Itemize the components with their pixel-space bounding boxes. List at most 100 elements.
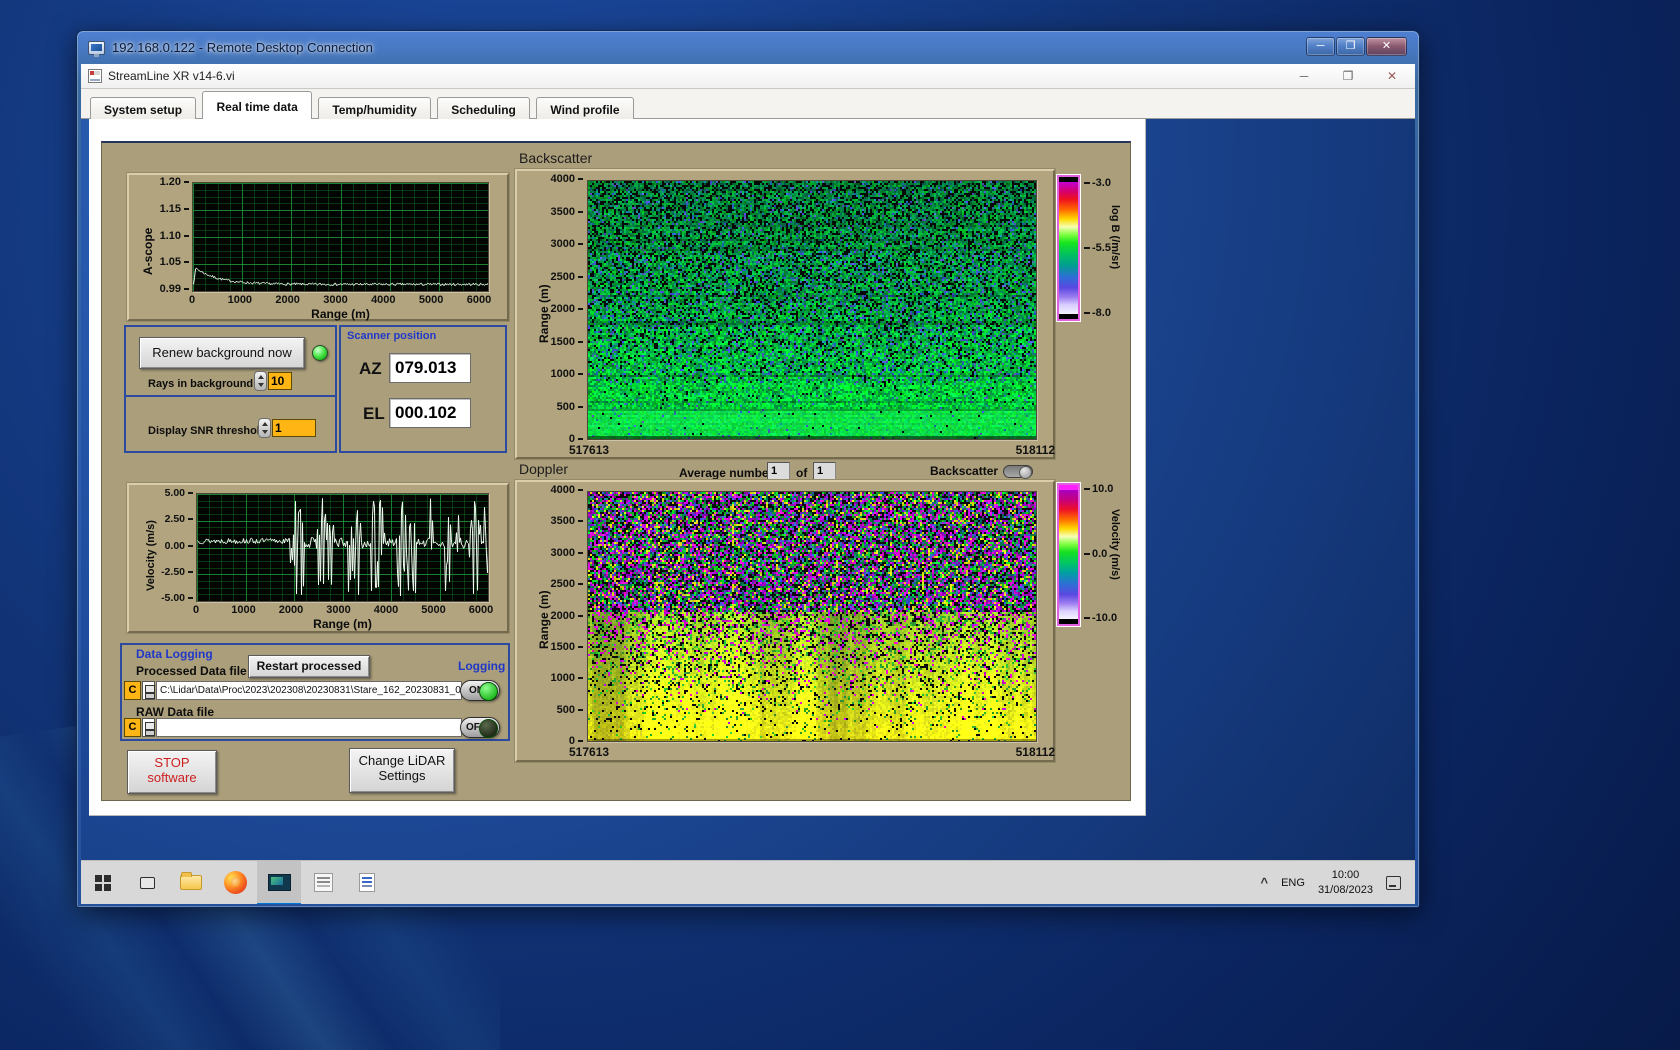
backscatter-colorbar-unit: log B (/m/sr) [1109, 205, 1121, 270]
tick-label: -5.5 [1084, 242, 1111, 254]
start-button[interactable] [81, 861, 125, 905]
document-app-button[interactable] [345, 861, 389, 905]
tick-label: 6000 [468, 604, 494, 616]
tick-label: 3000 [551, 238, 583, 250]
lidar-front-panel: A-scope 1.20 1.15 1.10 1.05 0.99 0 1000 2000 30… [101, 141, 1131, 801]
az-value-field[interactable]: 079.013 [389, 353, 471, 383]
tick-label: 500 [557, 401, 583, 413]
change-lidar-line2: Settings [378, 768, 426, 783]
clock[interactable]: 10:00 31/08/2023 [1318, 868, 1373, 898]
processed-path-row: C C:\Lidar\Data\Proc\2023\202308\2023083… [124, 681, 462, 700]
rays-in-background-field[interactable]: 10 [268, 372, 292, 390]
rdp-minimize-button[interactable]: ─ [1306, 37, 1335, 56]
firefox-icon [223, 871, 247, 894]
tick-label: 4000 [551, 173, 583, 185]
ascope-graph: A-scope 1.20 1.15 1.10 1.05 0.99 0 1000 2000 30… [127, 173, 509, 321]
remote-desktop-session: StreamLine XR v14-6.vi ─ ❐ ✕ System setu… [81, 64, 1415, 904]
labview-vi-icon [88, 69, 102, 83]
tick-label: 5000 [418, 294, 444, 306]
snr-threshold-field[interactable]: 1 [272, 419, 316, 437]
processed-path-field[interactable]: C:\Lidar\Data\Proc\2023\202308\20230831\… [156, 681, 462, 700]
snr-threshold-stepper[interactable] [258, 418, 271, 438]
language-indicator[interactable]: ENG [1281, 877, 1305, 889]
tick-label: 1500 [551, 336, 583, 348]
tick-label: -2.50 [161, 566, 193, 578]
processed-logging-toggle[interactable]: ON [460, 680, 500, 701]
backscatter-heatmap-canvas [588, 181, 1036, 439]
velocity-x-ticks: 0 1000 2000 3000 4000 5000 6000 [178, 604, 499, 616]
processed-browse-icon[interactable] [142, 681, 155, 700]
system-tray: ^ ENG 10:00 31/08/2023 [1261, 861, 1416, 904]
restart-processed-file-button[interactable]: Restart processed file [248, 655, 370, 694]
tick-label: -5.00 [161, 592, 193, 604]
windows-logo-icon [95, 874, 111, 891]
file-explorer-button[interactable] [169, 861, 213, 905]
raw-logging-toggle[interactable]: OFF [460, 717, 500, 738]
app-minimize-button[interactable]: ─ [1289, 67, 1319, 86]
tab-real-time-data[interactable]: Real time data [202, 91, 312, 119]
rdp-titlebar[interactable]: 192.168.0.122 - Remote Desktop Connectio… [77, 31, 1419, 64]
renew-background-button[interactable]: Renew background now [139, 337, 305, 369]
el-value-field[interactable]: 000.102 [389, 398, 471, 428]
tick-label: 6000 [466, 294, 492, 306]
app-close-button[interactable]: ✕ [1377, 67, 1407, 86]
tick-label: 3500 [551, 206, 583, 218]
velocity-plot-canvas [197, 494, 488, 601]
firefox-button[interactable] [213, 861, 257, 905]
velocity-x-axis-label: Range (m) [313, 617, 372, 631]
el-label: EL [363, 404, 385, 423]
rays-in-background-stepper[interactable] [254, 371, 267, 391]
stop-software-button[interactable]: STOP software [127, 750, 217, 794]
tick-label: 0.00 [165, 540, 193, 552]
tick-label: 3500 [551, 515, 583, 527]
task-view-icon [139, 876, 155, 889]
tick-label: 1.20 [160, 176, 189, 188]
doppler-graph: Range (m) 4000 3500 3000 2500 2000 1500 1000 50… [515, 480, 1055, 762]
doppler-colorbar-unit: Velocity (m/s) [1109, 509, 1121, 580]
raw-data-file-label: RAW Data file [136, 705, 215, 719]
change-lidar-settings-button[interactable]: Change LiDAR Settings [349, 748, 455, 793]
scan-scheduler-button[interactable] [301, 861, 345, 905]
tick-label: 1000 [551, 368, 583, 380]
tick-label: 2500 [551, 578, 583, 590]
ascope-x-axis-label: Range (m) [311, 307, 370, 321]
clock-date: 31/08/2023 [1317, 883, 1373, 896]
stop-software-line1: STOP [154, 755, 190, 770]
backscatter-display-toggle[interactable] [1003, 465, 1033, 479]
tick-label: 3000 [551, 547, 583, 559]
average-number-total-field[interactable]: 1 [813, 462, 836, 480]
average-number-field[interactable]: 1 [767, 462, 790, 480]
desktop: 192.168.0.122 - Remote Desktop Connectio… [0, 0, 1680, 1050]
tick-label: 4000 [373, 604, 399, 616]
tab-scheduling[interactable]: Scheduling [437, 97, 530, 121]
renew-background-subgroup: Renew background now Rays in background … [126, 327, 335, 397]
app-title: StreamLine XR v14-6.vi [108, 69, 235, 83]
velocity-graph: Velocity (m/s) 5.00 2.50 0.00 -2.50 -5.00 01… [127, 483, 509, 633]
app-titlebar[interactable]: StreamLine XR v14-6.vi ─ ❐ ✕ [81, 64, 1415, 89]
tick-label: 1.15 [160, 203, 189, 215]
task-view-button[interactable] [125, 861, 169, 905]
tab-temp-humidity[interactable]: Temp/humidity [318, 97, 431, 121]
renew-background-led [312, 345, 328, 361]
rdp-close-button[interactable]: ✕ [1366, 37, 1407, 56]
tick-label: 2000 [551, 303, 583, 315]
backscatter-toggle-label: Backscatter [930, 464, 999, 478]
raw-browse-icon[interactable] [142, 718, 155, 737]
tick-label: -3.0 [1084, 177, 1111, 189]
tab-system-setup[interactable]: System setup [90, 97, 197, 121]
raw-path-field[interactable] [156, 718, 462, 737]
tab-wind-profile[interactable]: Wind profile [536, 97, 634, 121]
tick-label: 4000 [371, 294, 396, 306]
ascope-plot-canvas [193, 183, 488, 291]
rdp-maximize-button[interactable]: ❐ [1336, 37, 1365, 56]
background-controls-group: Renew background now Rays in background … [124, 325, 337, 453]
streamline-app-button[interactable] [257, 860, 301, 904]
tray-chevron-icon[interactable]: ^ [1261, 875, 1269, 890]
action-center-icon[interactable] [1386, 875, 1401, 890]
tick-label: 3000 [323, 294, 348, 306]
app-restore-button[interactable]: ❐ [1333, 67, 1363, 86]
raw-drive-box[interactable]: C [124, 718, 141, 737]
processed-data-file-label: Processed Data file [136, 664, 247, 678]
processed-drive-box[interactable]: C [124, 681, 141, 700]
tick-label: 500 [557, 704, 583, 716]
